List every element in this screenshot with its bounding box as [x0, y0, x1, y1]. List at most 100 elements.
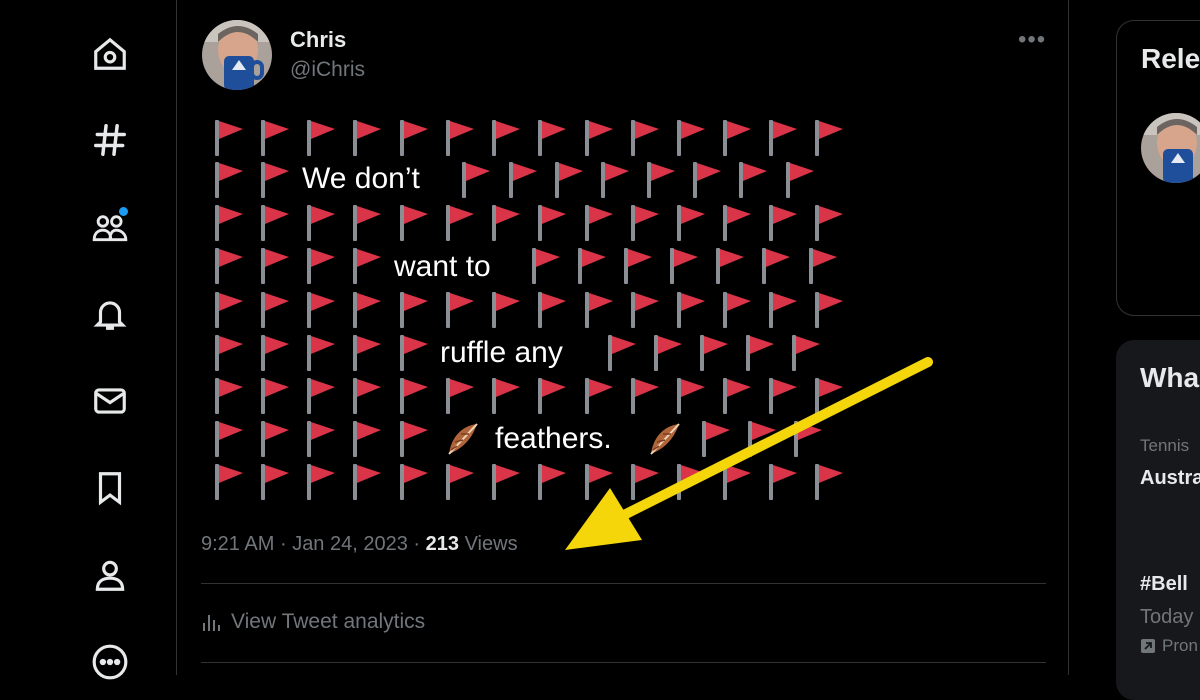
red-flag-icon [716, 248, 744, 284]
red-flag-icon [492, 464, 520, 500]
red-flag-icon [538, 120, 566, 156]
red-flag-icon [353, 292, 381, 328]
red-flag-icon [400, 120, 428, 156]
post-text-line: feathers. [495, 422, 612, 455]
red-flag-icon [815, 120, 843, 156]
red-flag-icon [723, 205, 751, 241]
red-flag-icon [601, 162, 629, 198]
divider [201, 583, 1046, 584]
red-flag-icon [509, 162, 537, 198]
notifications-icon[interactable] [88, 292, 132, 336]
red-flag-icon [307, 292, 335, 328]
promoted-label: Pron [1140, 636, 1198, 656]
explore-icon[interactable] [88, 118, 132, 162]
red-flag-icon [654, 335, 682, 371]
messages-icon[interactable] [88, 379, 132, 423]
card-title: Rele [1141, 43, 1200, 74]
red-flag-icon [670, 248, 698, 284]
tweet-time[interactable]: 9:21 AM [201, 533, 274, 555]
red-flag-icon [794, 421, 822, 457]
red-flag-icon [400, 292, 428, 328]
post-image[interactable]: We don’t want to ruffle any feathers. [178, 0, 1068, 520]
red-flag-icon [538, 292, 566, 328]
red-flag-icon [492, 205, 520, 241]
red-flag-icon [353, 335, 381, 371]
avatar[interactable] [1141, 113, 1200, 183]
red-flag-icon [677, 292, 705, 328]
post-text-line: ruffle any [440, 336, 563, 369]
red-flag-icon [792, 335, 820, 371]
red-flag-icon [215, 464, 243, 500]
red-flag-icon [400, 205, 428, 241]
card-title: Wha [1140, 362, 1200, 393]
red-flag-icon [815, 205, 843, 241]
red-flag-icon [446, 205, 474, 241]
red-flag-icon [492, 120, 520, 156]
red-flag-icon [307, 335, 335, 371]
tweet-date[interactable]: Jan 24, 2023 [292, 533, 408, 555]
red-flag-icon [446, 464, 474, 500]
red-flag-icon [400, 421, 428, 457]
more-icon[interactable] [88, 640, 132, 684]
red-flag-icon [723, 378, 751, 414]
red-flag-icon [585, 378, 613, 414]
red-flag-icon [608, 335, 636, 371]
bookmarks-icon[interactable] [88, 466, 132, 510]
meta-separator: · [279, 533, 287, 555]
red-flag-icon [261, 162, 289, 198]
red-flag-icon [585, 120, 613, 156]
red-flag-icon [555, 162, 583, 198]
red-flag-icon [353, 464, 381, 500]
red-flag-icon [748, 421, 776, 457]
red-flag-icon [538, 464, 566, 500]
red-flag-icon [585, 292, 613, 328]
red-flag-icon [723, 120, 751, 156]
promoted-text: Pron [1162, 636, 1198, 655]
red-flag-icon [400, 378, 428, 414]
red-flag-icon [307, 378, 335, 414]
red-flag-icon [261, 205, 289, 241]
tweet: Chris @iChris ••• We don’t want to ruffl… [178, 0, 1068, 675]
red-flag-icon [261, 378, 289, 414]
red-flag-icon [631, 120, 659, 156]
view-tweet-analytics-link[interactable]: View Tweet analytics [201, 610, 425, 634]
red-flag-icon [353, 248, 381, 284]
home-icon[interactable] [88, 32, 132, 76]
red-flag-icon [585, 205, 613, 241]
red-flag-icon [538, 205, 566, 241]
red-flag-icon [809, 248, 837, 284]
red-flag-icon [762, 248, 790, 284]
red-flag-icon [400, 335, 428, 371]
communities-icon[interactable] [88, 205, 132, 249]
red-flag-icon [631, 464, 659, 500]
red-flag-icon [307, 464, 335, 500]
red-flag-icon [815, 378, 843, 414]
red-flag-icon [353, 421, 381, 457]
red-flag-icon [769, 292, 797, 328]
red-flag-icon [702, 421, 730, 457]
tweet-meta: 9:21 AM · Jan 24, 2023 · 213 Views [201, 533, 518, 556]
post-text-line: We don’t [302, 162, 420, 195]
whats-happening-card: Wha Tennis Austra #Bell Today Pron [1116, 340, 1200, 700]
red-flag-icon [261, 248, 289, 284]
column-divider [176, 0, 177, 675]
feather-icon [448, 423, 478, 455]
red-flag-icon [215, 292, 243, 328]
red-flag-icon [462, 162, 490, 198]
trend-title[interactable]: #Bell [1140, 573, 1188, 596]
red-flag-icon [261, 421, 289, 457]
relevant-people-card: Rele [1116, 20, 1200, 316]
red-flag-icon [532, 248, 560, 284]
analytics-label: View Tweet analytics [231, 610, 426, 633]
red-flag-icon [815, 464, 843, 500]
red-flag-icon [769, 205, 797, 241]
red-flag-icon [307, 421, 335, 457]
trend-title[interactable]: Austra [1140, 467, 1200, 490]
column-divider [1068, 0, 1069, 675]
red-flag-icon [631, 205, 659, 241]
notification-dot [119, 207, 128, 216]
profile-icon[interactable] [88, 553, 132, 597]
red-flag-icon [631, 292, 659, 328]
red-flag-icon [215, 378, 243, 414]
red-flag-icon [538, 378, 566, 414]
